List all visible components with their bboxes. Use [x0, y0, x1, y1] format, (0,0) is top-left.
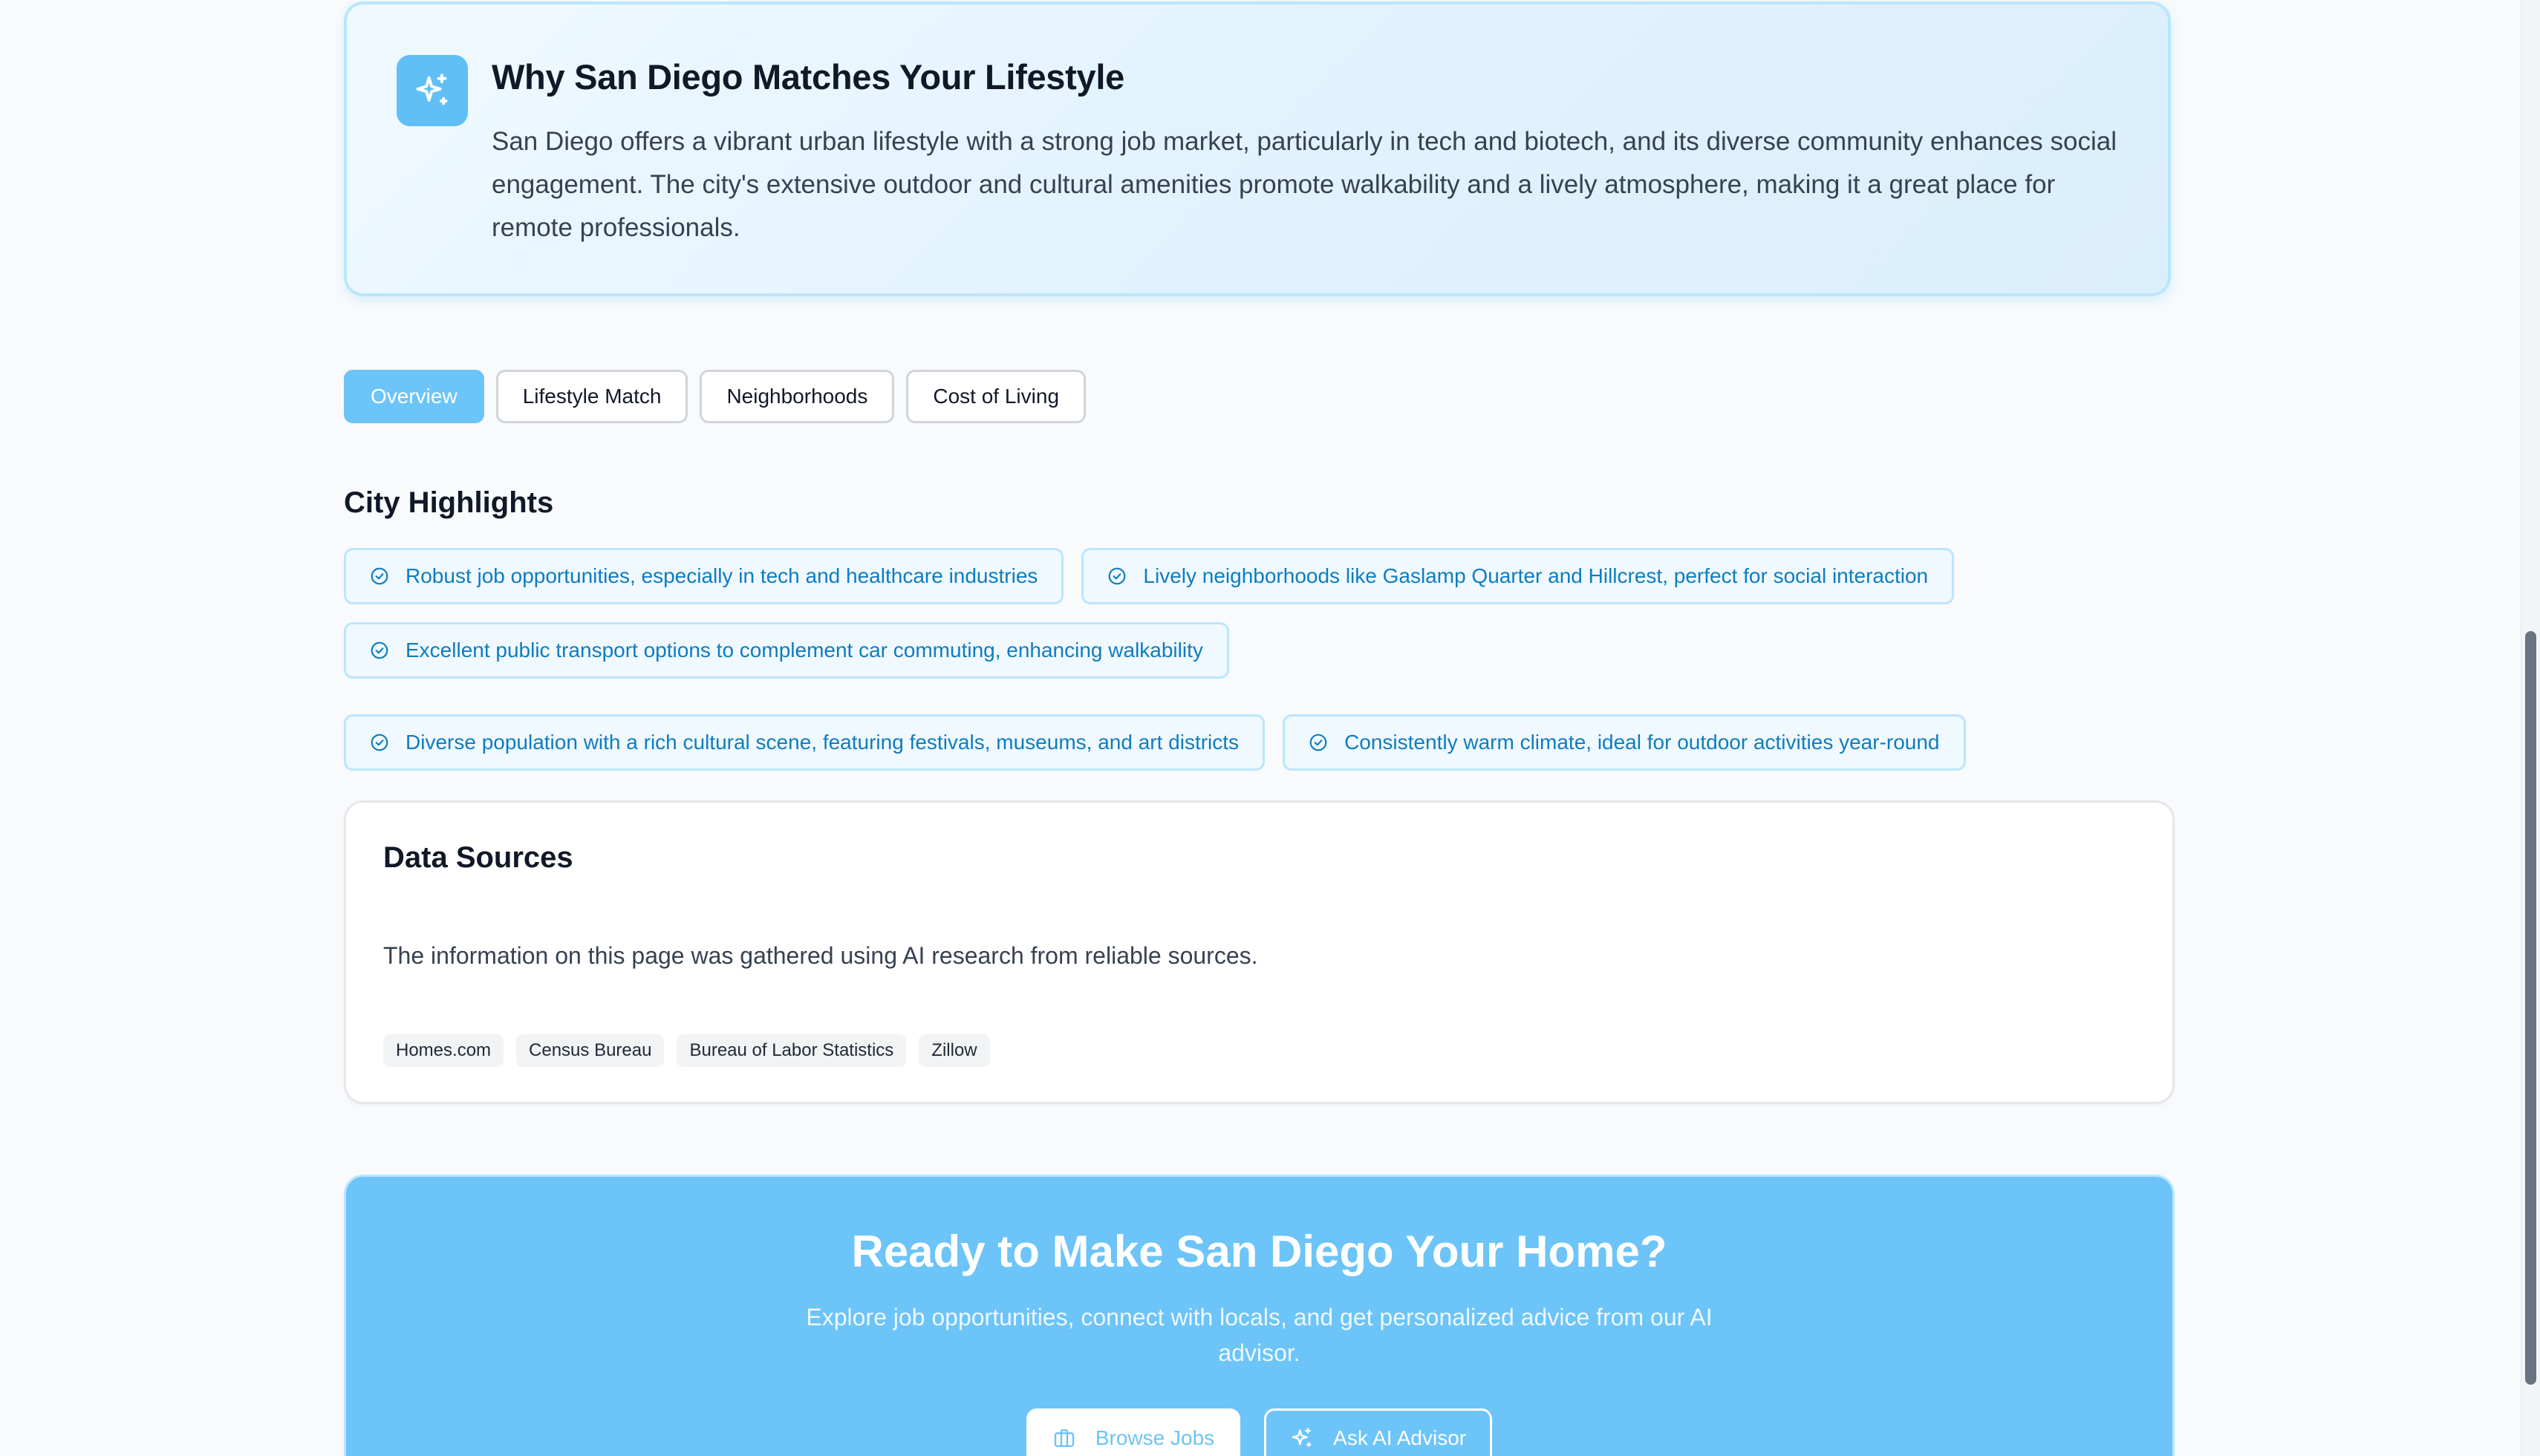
highlight-text: Diverse population with a rich cultural … — [406, 731, 1240, 754]
sparkles-icon — [397, 55, 468, 126]
highlight-text: Consistently warm climate, ideal for out… — [1344, 731, 1940, 754]
source-tag: Zillow — [919, 1034, 990, 1067]
data-sources-title: Data Sources — [383, 841, 573, 874]
tab-neighborhoods[interactable]: Neighborhoods — [700, 370, 895, 423]
tab-cost-of-living[interactable]: Cost of Living — [906, 370, 1087, 423]
highlight-chip: Lively neighborhoods like Gaslamp Quarte… — [1081, 548, 1955, 604]
highlight-chip: Consistently warm climate, ideal for out… — [1283, 714, 1966, 771]
highlight-chip: Diverse population with a rich cultural … — [344, 714, 1266, 771]
page: Why San Diego Matches Your Lifestyle San… — [0, 0, 2540, 1456]
tab-bar: Overview Lifestyle Match Neighborhoods C… — [344, 370, 1087, 423]
source-tag: Bureau of Labor Statistics — [677, 1034, 907, 1067]
check-circle-icon — [371, 642, 388, 659]
highlight-text: Excellent public transport options to co… — [406, 639, 1203, 662]
lifestyle-match-card: Why San Diego Matches Your Lifestyle San… — [344, 1, 2171, 296]
cta-description: Explore job opportunities, connect with … — [806, 1304, 1713, 1366]
cta-button-group: Browse Jobs Ask AI Advisor — [346, 1408, 2172, 1456]
ask-ai-advisor-button[interactable]: Ask AI Advisor — [1264, 1408, 1493, 1456]
highlight-text: Lively neighborhoods like Gaslamp Quarte… — [1143, 564, 1929, 587]
tab-lifestyle-match[interactable]: Lifestyle Match — [495, 370, 688, 423]
ask-ai-advisor-label: Ask AI Advisor — [1333, 1426, 1467, 1449]
vertical-scrollbar[interactable] — [2521, 0, 2540, 1456]
data-sources-card: Data Sources The information on this pag… — [344, 800, 2175, 1104]
data-sources-description: The information on this page was gathere… — [383, 942, 1258, 969]
highlight-text: Robust job opportunities, especially in … — [406, 564, 1038, 587]
check-circle-icon — [1309, 734, 1327, 751]
browse-jobs-button[interactable]: Browse Jobs — [1026, 1408, 1241, 1456]
scrollbar-thumb[interactable] — [2525, 631, 2536, 1385]
highlights-title: City Highlights — [344, 486, 554, 519]
check-circle-icon — [1109, 567, 1126, 585]
tab-overview[interactable]: Overview — [344, 370, 484, 423]
browse-jobs-label: Browse Jobs — [1095, 1426, 1215, 1449]
sparkles-icon — [1292, 1428, 1312, 1447]
highlights-list: Robust job opportunities, especially in … — [344, 548, 2149, 771]
source-tag-list: Homes.com Census Bureau Bureau of Labor … — [383, 1034, 990, 1067]
highlight-chip: Excellent public transport options to co… — [344, 622, 1229, 679]
cta-title: Ready to Make San Diego Your Home? — [851, 1227, 1667, 1276]
match-description: San Diego offers a vibrant urban lifesty… — [492, 127, 2117, 242]
briefcase-icon — [1054, 1429, 1075, 1447]
source-tag: Census Bureau — [516, 1034, 665, 1067]
cta-banner: Ready to Make San Diego Your Home? Explo… — [344, 1175, 2175, 1456]
check-circle-icon — [371, 567, 388, 585]
match-title: Why San Diego Matches Your Lifestyle — [492, 57, 1124, 97]
source-tag: Homes.com — [383, 1034, 504, 1067]
highlight-chip: Robust job opportunities, especially in … — [344, 548, 1064, 604]
check-circle-icon — [371, 734, 388, 751]
